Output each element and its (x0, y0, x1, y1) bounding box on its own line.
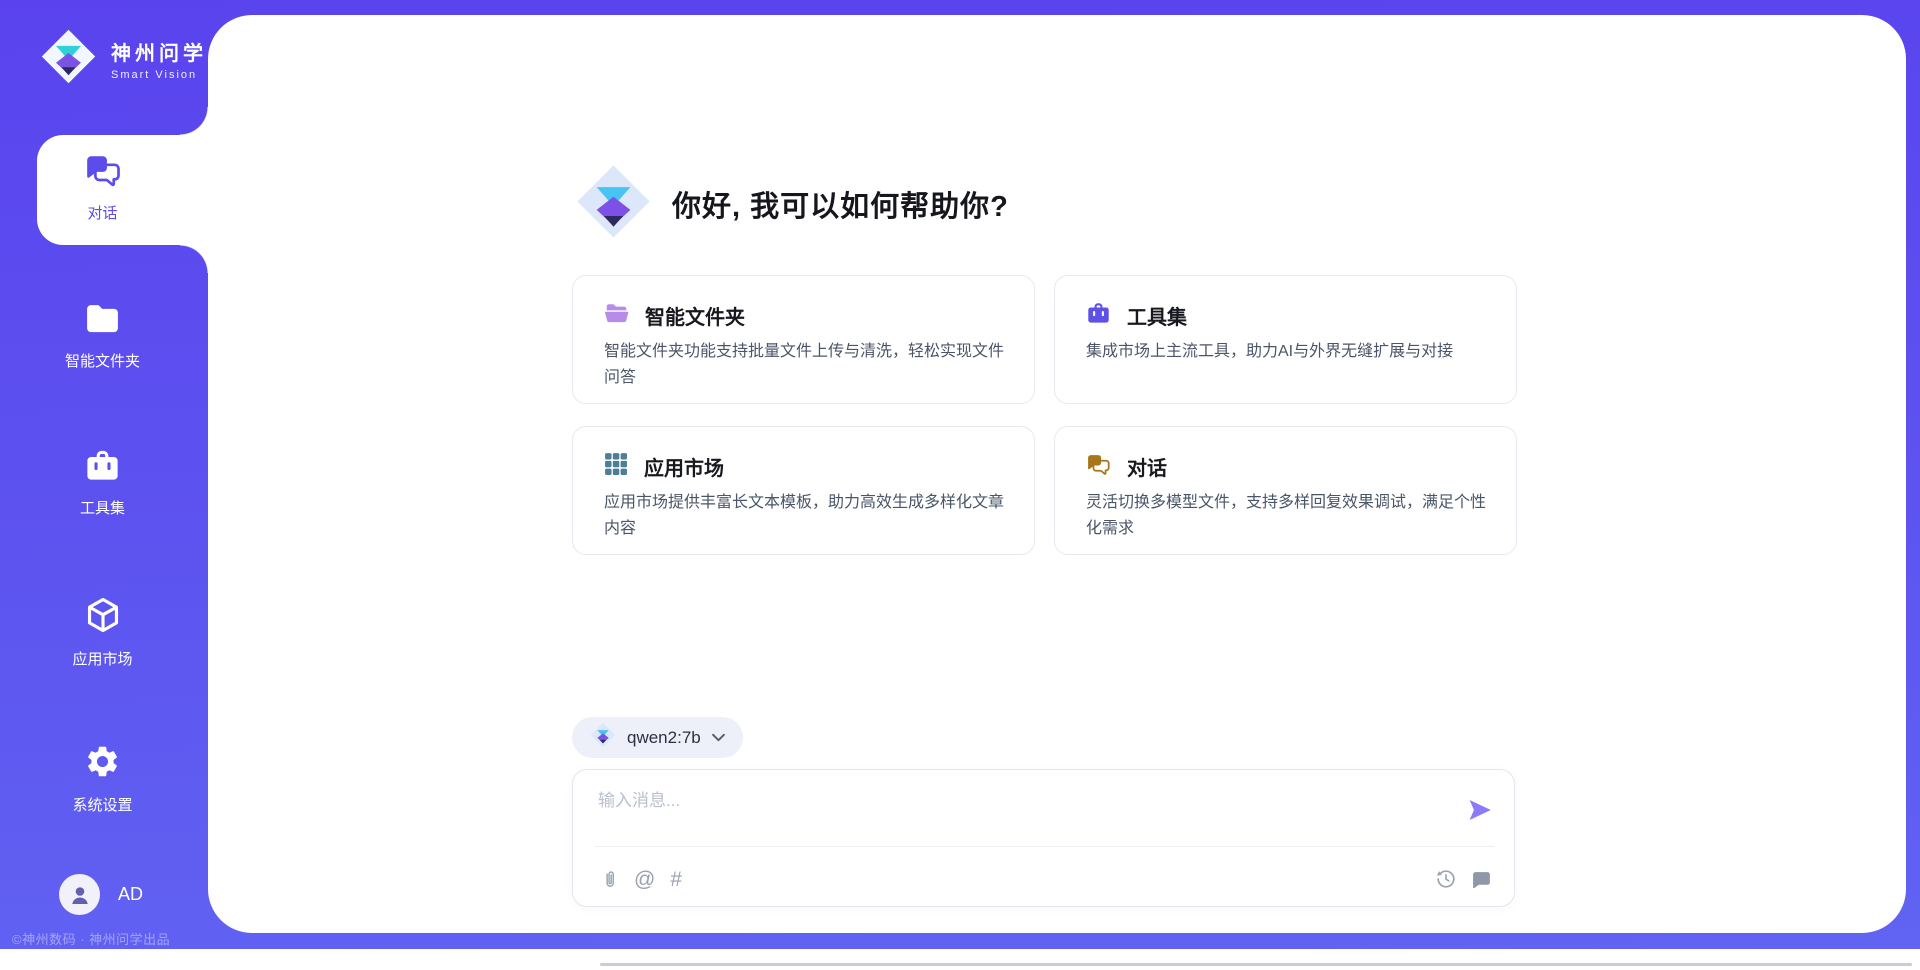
send-icon[interactable] (1467, 797, 1493, 823)
sidebar-item-label: 工具集 (80, 497, 125, 518)
greeting: 你好, 我可以如何帮助你? (575, 163, 1009, 245)
toolbox-icon (84, 449, 121, 488)
history-icon[interactable] (1435, 868, 1457, 890)
user-initials: AD (118, 884, 143, 905)
sidebar-item-smart-folder[interactable]: 智能文件夹 (0, 302, 205, 371)
model-diamond-icon (590, 722, 616, 753)
brand-name: 神州问学 (111, 37, 207, 66)
card-title: 工具集 (1127, 301, 1187, 330)
mention-icon[interactable]: @ (634, 869, 655, 890)
app-grid-icon (604, 452, 628, 481)
chevron-down-icon (712, 729, 725, 747)
gear-icon (84, 743, 121, 785)
model-name: qwen2:7b (627, 728, 701, 748)
card-title: 应用市场 (644, 452, 724, 481)
card-description: 智能文件夹功能支持批量文件上传与清洗，轻松实现文件问答 (604, 339, 1004, 391)
card-title: 智能文件夹 (645, 301, 745, 330)
sidebar-item-label: 应用市场 (72, 648, 132, 669)
message-composer: @ # (572, 769, 1515, 907)
card-description: 灵活切换多模型文件，支持多样回复效果调试，满足个性化需求 (1086, 490, 1486, 542)
hashtag-icon[interactable]: # (670, 869, 682, 890)
brand-subtitle: Smart Vision (111, 69, 207, 81)
user-account[interactable]: AD (59, 874, 143, 915)
folder-icon (84, 302, 121, 341)
horizontal-scrollbar[interactable] (600, 963, 1912, 966)
card-chat[interactable]: 对话 灵活切换多模型文件，支持多样回复效果调试，满足个性化需求 (1054, 426, 1517, 555)
model-selector[interactable]: qwen2:7b (572, 717, 743, 758)
attachment-icon[interactable] (601, 868, 619, 891)
sidebar-item-settings[interactable]: 系统设置 (0, 743, 205, 815)
sidebar-item-chat[interactable]: 对话 (0, 153, 205, 223)
folder-open-icon (604, 302, 629, 329)
card-app-market[interactable]: 应用市场 应用市场提供丰富长文本模板，助力高效生成多样化文章内容 (572, 426, 1035, 555)
composer-divider (595, 846, 1494, 847)
sidebar-item-label: 系统设置 (72, 794, 132, 815)
assistant-diamond-icon (575, 163, 652, 245)
sidebar-item-label: 对话 (87, 202, 117, 223)
card-description: 应用市场提供丰富长文本模板，助力高效生成多样化文章内容 (604, 490, 1004, 542)
brand-logo: 神州问学 Smart Vision (40, 28, 207, 90)
chat-bubble-icon[interactable] (1471, 870, 1492, 889)
sidebar-item-toolset[interactable]: 工具集 (0, 449, 205, 518)
card-toolset[interactable]: 工具集 集成市场上主流工具，助力AI与外界无缝扩展与对接 (1054, 275, 1517, 404)
brand-diamond-icon (40, 28, 97, 90)
copyright-footer: ©神州数码 · 神州问学出品 (12, 929, 170, 948)
sidebar-item-label: 智能文件夹 (65, 350, 140, 371)
card-smart-folder[interactable]: 智能文件夹 智能文件夹功能支持批量文件上传与清洗，轻松实现文件问答 (572, 275, 1035, 404)
chat-icon (1086, 453, 1111, 481)
avatar (59, 874, 100, 915)
toolbox-icon (1086, 302, 1111, 330)
message-input[interactable] (598, 786, 1418, 838)
feature-cards: 智能文件夹 智能文件夹功能支持批量文件上传与清洗，轻松实现文件问答 工具集 集成… (572, 275, 1517, 555)
composer-toolbar: @ # (601, 864, 1492, 894)
greeting-text: 你好, 我可以如何帮助你? (672, 183, 1009, 225)
chat-icon (84, 153, 122, 193)
sidebar-item-app-market[interactable]: 应用市场 (0, 596, 205, 669)
card-description: 集成市场上主流工具，助力AI与外界无缝扩展与对接 (1086, 339, 1486, 365)
bottom-strip (0, 949, 1920, 970)
card-title: 对话 (1127, 452, 1167, 481)
cube-icon (84, 596, 122, 639)
